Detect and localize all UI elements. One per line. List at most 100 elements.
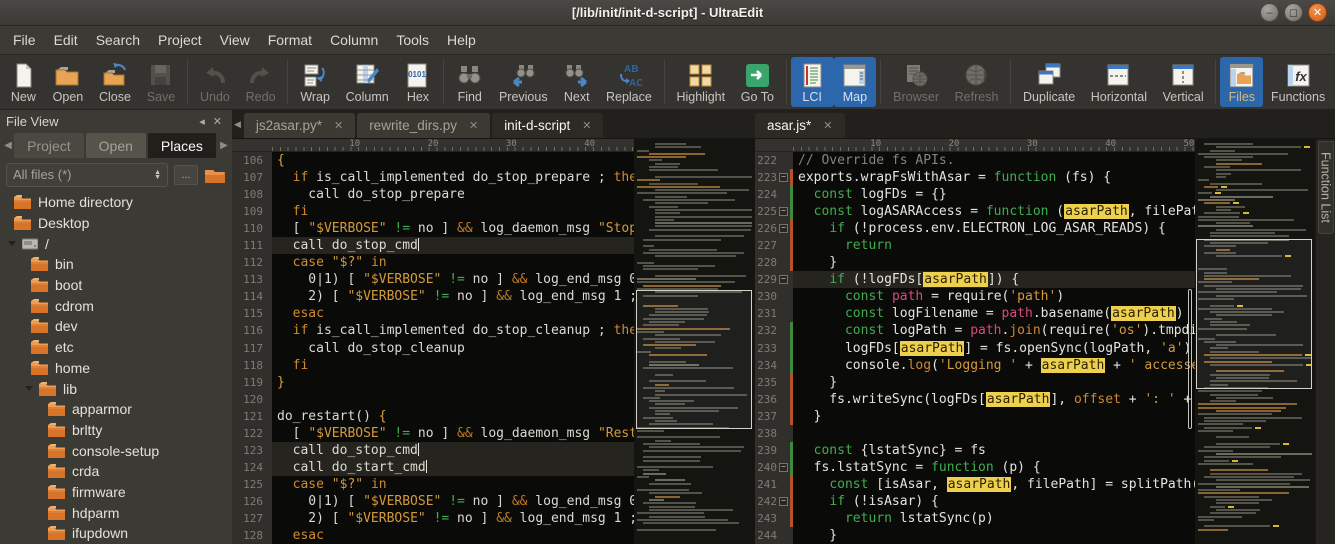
file-filter-select[interactable]: All files (*) ▲▼ bbox=[6, 163, 168, 187]
editor-pane-right[interactable]: 1020304050 222// Override fs APIs.223−ex… bbox=[755, 139, 1315, 544]
gutter[interactable]: 225− bbox=[755, 203, 793, 220]
previous-button[interactable]: Previous bbox=[491, 57, 555, 107]
document-tab-asar-js-[interactable]: asar.js*✕ bbox=[755, 113, 845, 138]
file-view-tab-open[interactable]: Open bbox=[86, 133, 146, 158]
wrap-button[interactable]: Wrap bbox=[292, 57, 337, 107]
gutter[interactable]: 224 bbox=[755, 186, 793, 203]
spinner-icon[interactable]: ▲▼ bbox=[154, 170, 161, 180]
tree-item-crda[interactable]: crda bbox=[0, 461, 232, 482]
fold-marker-icon[interactable]: − bbox=[779, 173, 788, 182]
open-folder-icon[interactable] bbox=[204, 166, 226, 184]
file-view-tab-project[interactable]: Project bbox=[14, 133, 84, 158]
menu-item-search[interactable]: Search bbox=[87, 28, 149, 52]
duplicate-button[interactable]: Duplicate bbox=[1015, 57, 1083, 107]
tree-item-desktop[interactable]: Desktop bbox=[0, 213, 232, 234]
gutter[interactable]: 222 bbox=[755, 152, 793, 169]
gutter[interactable]: 243 bbox=[755, 510, 793, 527]
menu-item-view[interactable]: View bbox=[211, 28, 259, 52]
editor-pane-left[interactable]: 10203040 106{107 if is_call_implemented … bbox=[232, 139, 755, 544]
menu-item-tools[interactable]: Tools bbox=[387, 28, 438, 52]
tree-item-etc[interactable]: etc bbox=[0, 337, 232, 358]
tree-item-home[interactable]: home bbox=[0, 358, 232, 379]
hex-button[interactable]: 0101Hex bbox=[397, 57, 440, 107]
new-button[interactable]: New bbox=[2, 57, 45, 107]
fold-marker-icon[interactable]: − bbox=[779, 463, 788, 472]
tree-item-lib[interactable]: lib bbox=[0, 378, 232, 399]
files-button[interactable]: Files bbox=[1220, 57, 1263, 107]
tree-item-boot[interactable]: boot bbox=[0, 275, 232, 296]
tab-close-icon[interactable]: ✕ bbox=[823, 119, 832, 132]
tabs-scroll-left-icon[interactable]: ◀ bbox=[2, 133, 14, 158]
tree-item-bin[interactable]: bin bbox=[0, 254, 232, 275]
minimap-viewport-left[interactable] bbox=[636, 290, 752, 429]
gutter[interactable]: 235 bbox=[755, 374, 793, 391]
gutter[interactable]: 223− bbox=[755, 169, 793, 186]
gutter[interactable]: 241 bbox=[755, 476, 793, 493]
fold-marker-icon[interactable]: − bbox=[779, 275, 788, 284]
tree-item-console-setup[interactable]: console-setup bbox=[0, 440, 232, 461]
gutter[interactable]: 242− bbox=[755, 493, 793, 510]
tree-item-ifupdown[interactable]: ifupdown bbox=[0, 523, 232, 544]
tree-item-brltty[interactable]: brltty bbox=[0, 420, 232, 441]
menu-item-format[interactable]: Format bbox=[259, 28, 321, 52]
tab-close-icon[interactable]: ✕ bbox=[582, 119, 591, 132]
gutter[interactable]: 244 bbox=[755, 527, 793, 544]
gutter[interactable]: 231 bbox=[755, 305, 793, 322]
menu-item-project[interactable]: Project bbox=[149, 28, 211, 52]
horizontal-button[interactable]: Horizontal bbox=[1083, 57, 1155, 107]
goto-button[interactable]: Go To bbox=[733, 57, 782, 107]
close-button[interactable]: Close bbox=[91, 57, 139, 107]
vertical-button[interactable]: Vertical bbox=[1155, 57, 1212, 107]
menu-item-help[interactable]: Help bbox=[438, 28, 485, 52]
collapse-arrow-icon[interactable] bbox=[8, 241, 16, 246]
functions-button[interactable]: fxFunctions bbox=[1263, 57, 1333, 107]
tabs-scroll-right-icon[interactable]: ▶ bbox=[218, 133, 230, 158]
tree-item-cdrom[interactable]: cdrom bbox=[0, 295, 232, 316]
gutter[interactable]: 226− bbox=[755, 220, 793, 237]
gutter[interactable]: 228 bbox=[755, 254, 793, 271]
menu-item-edit[interactable]: Edit bbox=[45, 28, 87, 52]
gutter[interactable]: 234 bbox=[755, 357, 793, 374]
document-tab-js2asar-py-[interactable]: js2asar.py*✕ bbox=[244, 113, 355, 138]
tab-close-icon[interactable]: ✕ bbox=[334, 119, 343, 132]
gutter[interactable]: 229− bbox=[755, 271, 793, 288]
panel-close-icon[interactable]: ✕ bbox=[209, 115, 226, 128]
menu-item-file[interactable]: File bbox=[4, 28, 45, 52]
find-button[interactable]: Find bbox=[448, 57, 491, 107]
fold-marker-icon[interactable]: − bbox=[779, 207, 788, 216]
document-tab-init-d-script[interactable]: init-d-script✕ bbox=[492, 113, 603, 138]
gutter[interactable]: 238 bbox=[755, 425, 793, 442]
open-button[interactable]: Open bbox=[45, 57, 91, 107]
tree-item--[interactable]: / bbox=[0, 233, 232, 254]
tree-item-firmware[interactable]: firmware bbox=[0, 482, 232, 503]
gutter[interactable]: 230 bbox=[755, 288, 793, 305]
column-button[interactable]: Column bbox=[338, 57, 397, 107]
panel-collapse-icon[interactable]: ◂ bbox=[195, 115, 209, 128]
tab-scroll-left-icon[interactable]: ◀ bbox=[232, 119, 244, 138]
gutter[interactable]: 232 bbox=[755, 322, 793, 339]
title-bar[interactable]: [/lib/init/init-d-script] - UltraEdit – … bbox=[0, 0, 1335, 26]
map-button[interactable]: Map bbox=[834, 57, 877, 107]
minimap-viewport-right[interactable] bbox=[1196, 239, 1312, 389]
lci-button[interactable]: LCI bbox=[791, 57, 834, 107]
function-list-tab[interactable]: Function List bbox=[1318, 141, 1334, 234]
tree-item-dev[interactable]: dev bbox=[0, 316, 232, 337]
gutter[interactable]: 236 bbox=[755, 391, 793, 408]
browse-button[interactable]: ... bbox=[174, 165, 198, 185]
file-view-tab-places[interactable]: Places bbox=[148, 133, 216, 158]
gutter[interactable]: 240− bbox=[755, 459, 793, 476]
tab-close-icon[interactable]: ✕ bbox=[469, 119, 478, 132]
gutter[interactable]: 239 bbox=[755, 442, 793, 459]
document-tab-rewrite-dirs-py[interactable]: rewrite_dirs.py✕ bbox=[357, 113, 490, 138]
gutter[interactable]: 227 bbox=[755, 237, 793, 254]
gutter[interactable]: 237 bbox=[755, 408, 793, 425]
scrollbar-thumb-right[interactable] bbox=[1188, 289, 1192, 429]
menu-item-column[interactable]: Column bbox=[321, 28, 387, 52]
maximize-icon[interactable]: ◻ bbox=[1284, 3, 1303, 22]
minimize-icon[interactable]: – bbox=[1260, 3, 1279, 22]
next-button[interactable]: Next bbox=[555, 57, 598, 107]
close-icon[interactable]: ✕ bbox=[1308, 3, 1327, 22]
tree-item-hdparm[interactable]: hdparm bbox=[0, 502, 232, 523]
tree-item-home-directory[interactable]: Home directory bbox=[0, 192, 232, 213]
tree-item-apparmor[interactable]: apparmor bbox=[0, 399, 232, 420]
